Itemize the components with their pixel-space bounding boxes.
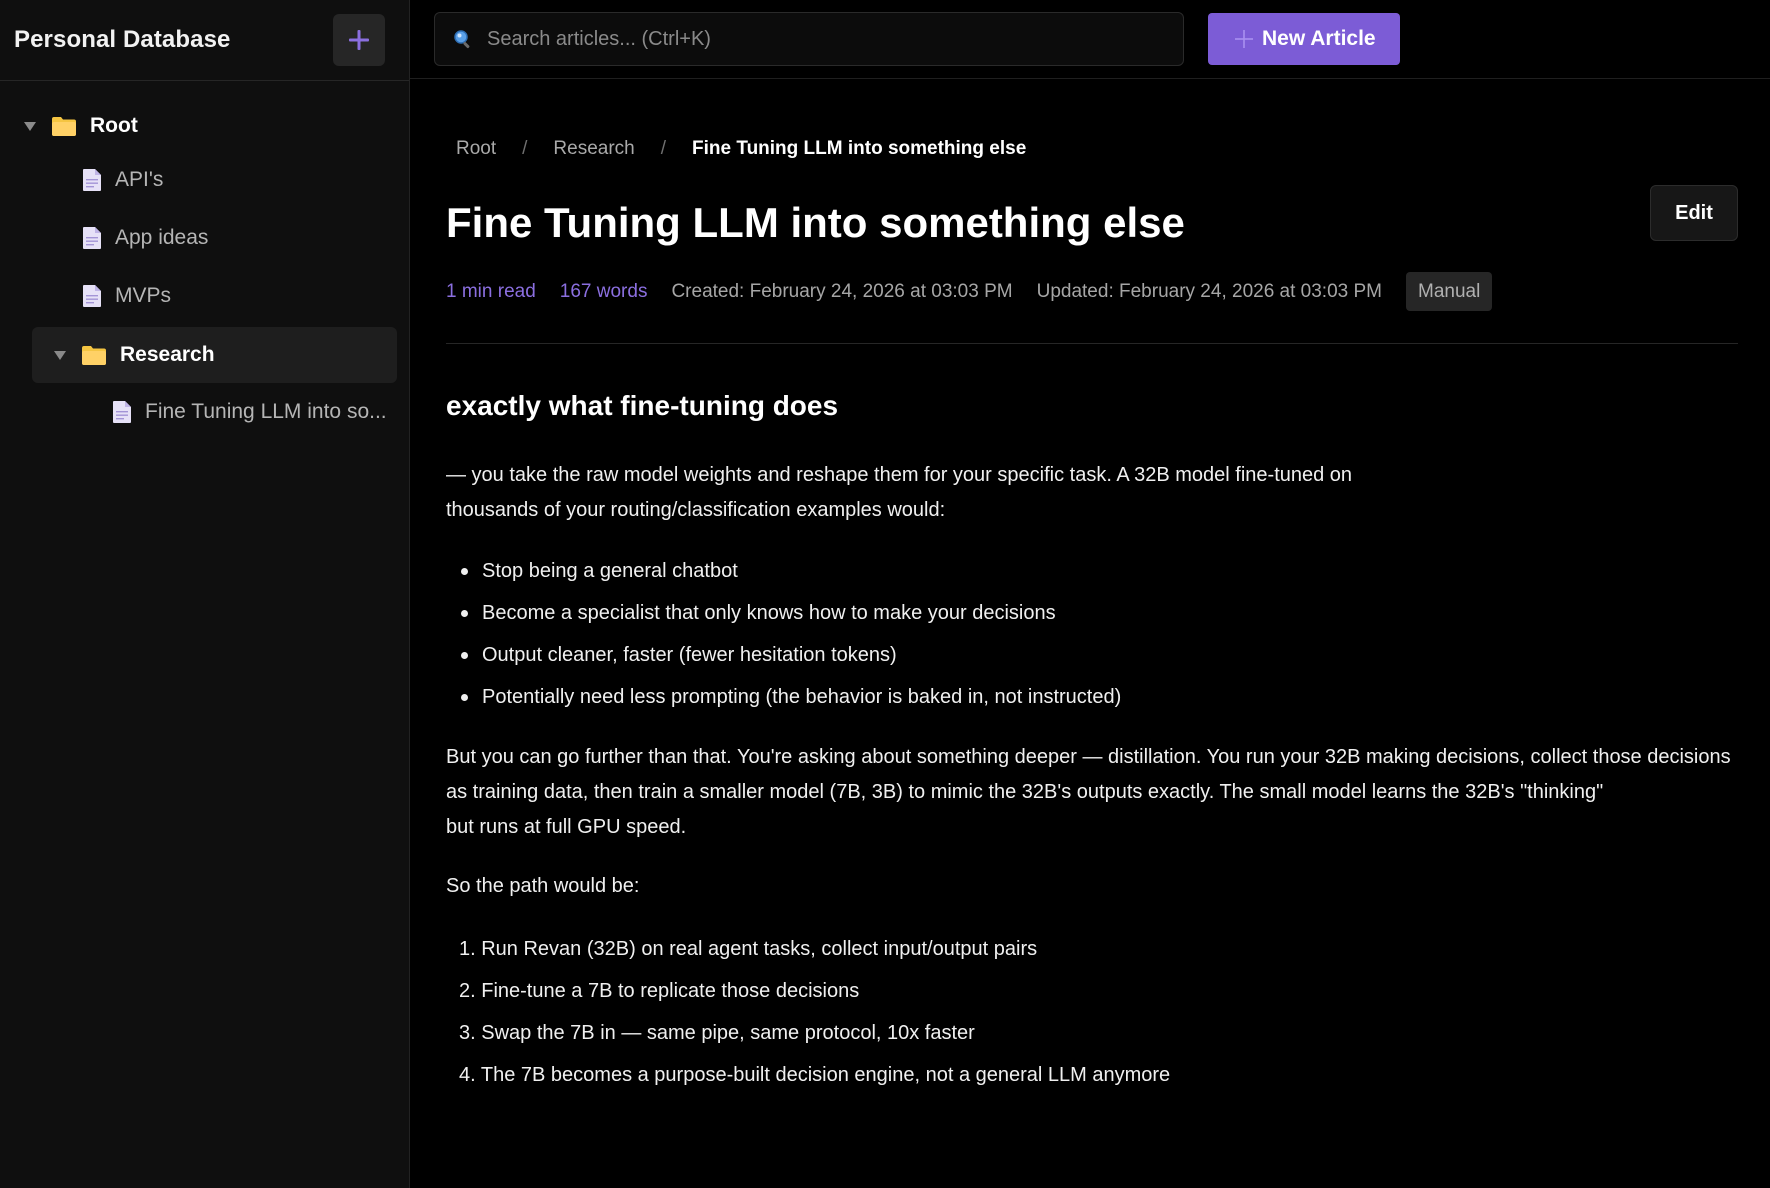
list-item: Output cleaner, faster (fewer hesitation… [446,634,1738,676]
bullet-list: Stop being a general chatbot Become a sp… [446,550,1738,718]
numbered-list: 1. Run Revan (32B) on real agent tasks, … [446,928,1738,1096]
add-item-button[interactable] [333,14,385,66]
list-item: 1. Run Revan (32B) on real agent tasks, … [459,938,1038,961]
sidebar-header: Personal Database [0,0,409,81]
title-row: Fine Tuning LLM into something else Edit [446,185,1738,246]
search-icon [453,29,473,49]
document-icon [83,169,101,191]
tree-doc-label: Fine Tuning LLM into so... [145,400,387,423]
caret-down-icon[interactable] [52,350,68,360]
sidebar: Personal Database Root API's App ideas M… [0,0,410,1188]
article-view: Root / Research / Fine Tuning LLM into s… [410,138,1770,1096]
word-count: 167 words [559,280,648,302]
article-meta: 1 min read 167 words Created: February 2… [446,272,1738,312]
document-icon [83,227,101,249]
caret-down-icon[interactable] [22,121,38,131]
list-item: 4. The 7B becomes a purpose-built decisi… [459,1064,1171,1087]
divider [446,343,1738,345]
paragraph-line: — you take the raw model weights and res… [446,464,1353,487]
folder-icon [82,345,106,365]
edit-button[interactable]: Edit [1650,185,1738,241]
list-item: 2. Fine-tune a 7B to replicate those dec… [459,980,860,1003]
article-heading: exactly what fine-tuning does [446,390,839,422]
sidebar-title: Personal Database [14,26,231,53]
tree-folder-research[interactable]: Research [32,327,397,383]
paragraph-line: But you can go further than that. You're… [446,746,1731,804]
paragraph-line: thousands of your routing/classification… [446,499,946,522]
created-date: Created: February 24, 2026 at 03:03 PM [671,280,1013,302]
main-panel: New Article Root / Research / Fine Tunin… [410,0,1770,1188]
tree-folder-label: Root [90,114,138,137]
folder-icon [52,116,76,136]
tree-folder-root[interactable]: Root [0,101,409,151]
tree-doc-label: API's [115,168,164,191]
read-time: 1 min read [446,280,536,302]
list-item: Stop being a general chatbot [446,550,1738,592]
breadcrumb: Root / Research / Fine Tuning LLM into s… [446,138,1738,160]
new-article-label: New Article [1262,27,1376,50]
breadcrumb-separator: / [522,138,528,159]
article-body: exactly what fine-tuning does — you take… [446,390,1738,1096]
list-item: 3. Swap the 7B in — same pipe, same prot… [459,1022,975,1045]
document-icon [113,401,131,423]
tree-doc-label: App ideas [115,226,209,249]
new-article-button[interactable]: New Article [1208,13,1400,65]
page-title: Fine Tuning LLM into something else [446,199,1185,246]
tree-doc-label: MVPs [115,284,172,307]
app-window: Personal Database Root API's App ideas M… [0,0,1770,1188]
search-box[interactable] [434,12,1184,66]
breadcrumb-item-root[interactable]: Root [456,138,496,160]
tree-doc-apis[interactable]: API's [0,151,409,209]
document-icon [83,285,101,307]
plus-icon [349,30,369,50]
source-badge: Manual [1406,272,1493,312]
plus-icon [1234,29,1254,49]
tree-doc-fine-tuning[interactable]: Fine Tuning LLM into so... [0,383,409,441]
article-paragraph: — you take the raw model weights and res… [446,458,1446,528]
tree-folder-label: Research [120,343,215,366]
paragraph-line: but runs at full GPU speed. [446,816,687,839]
list-item: Potentially need less prompting (the beh… [446,676,1738,718]
breadcrumb-current: Fine Tuning LLM into something else [692,138,1027,159]
search-input[interactable] [487,27,1183,51]
list-item: Become a specialist that only knows how … [446,592,1738,634]
tree-doc-mvps[interactable]: MVPs [0,267,409,325]
article-paragraph: So the path would be: [446,875,640,898]
updated-date: Updated: February 24, 2026 at 03:03 PM [1036,280,1382,302]
folder-tree: Root API's App ideas MVPs Research Fine … [0,81,409,441]
breadcrumb-item-research[interactable]: Research [553,138,634,160]
article-paragraph: But you can go further than that. You're… [446,740,1738,845]
tree-doc-app-ideas[interactable]: App ideas [0,209,409,267]
breadcrumb-separator: / [660,138,667,159]
top-bar: New Article [410,0,1770,79]
